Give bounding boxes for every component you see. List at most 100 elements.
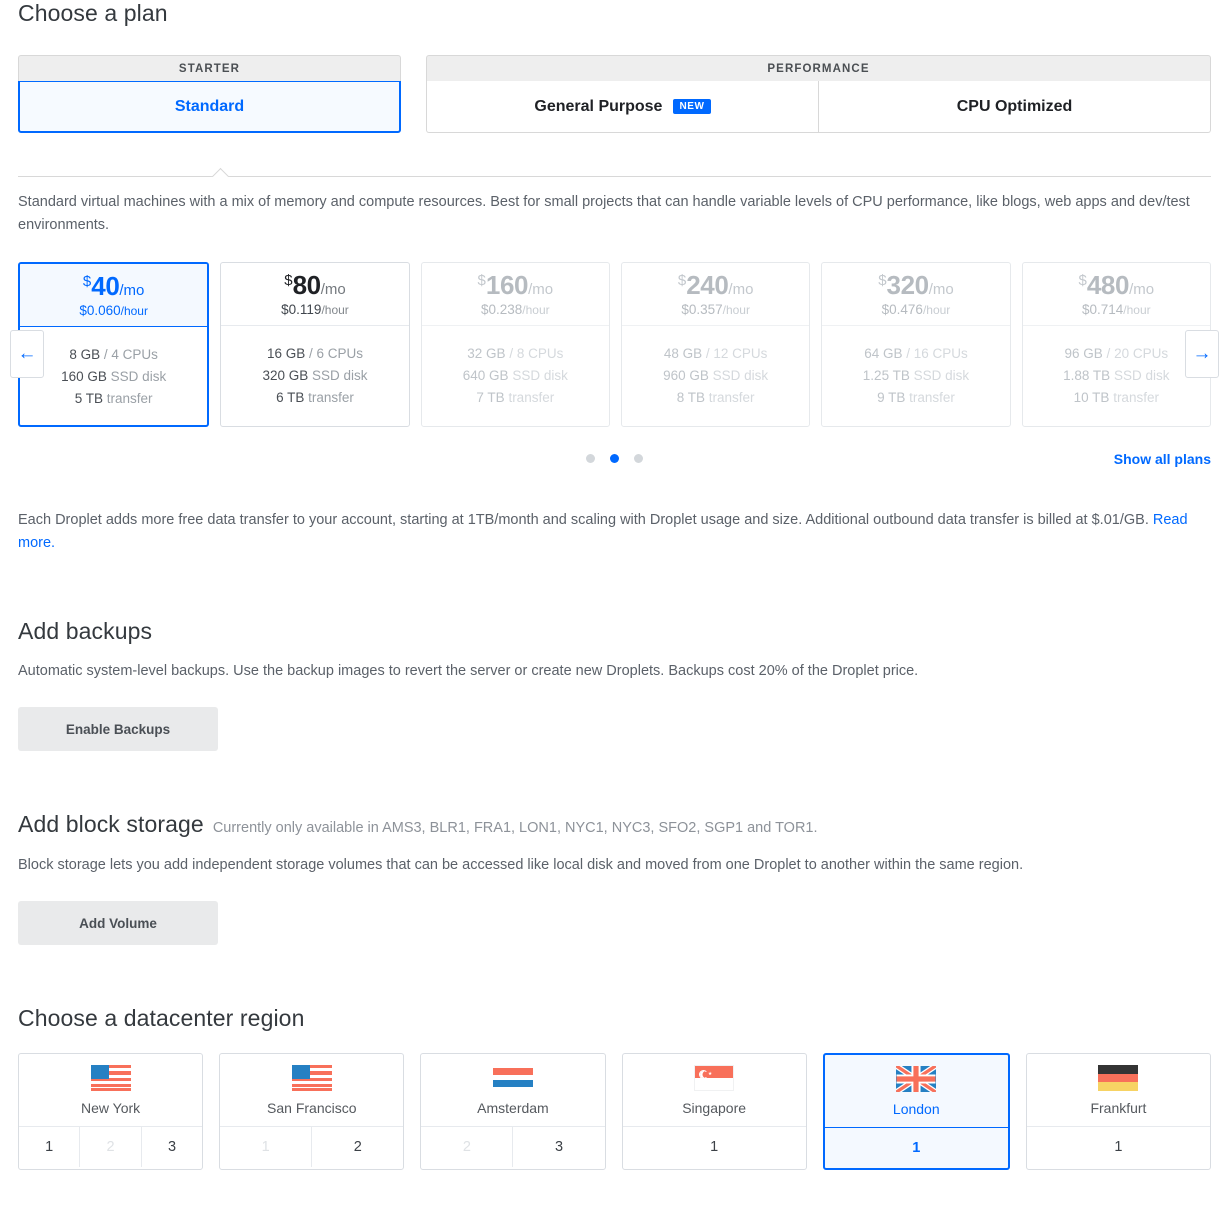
plan-transfer-size: 5 TB	[74, 390, 104, 406]
currency-symbol: $	[677, 271, 687, 289]
us-flag-icon	[291, 1064, 332, 1091]
currency-symbol: $	[477, 271, 486, 289]
droplet-create-page: Choose a plan STARTER Standard PERFORMAN…	[0, 0, 1229, 1171]
region-card-top: Amsterdam	[421, 1054, 605, 1128]
carousel-prev-button[interactable]: ←	[10, 329, 44, 378]
plan-transfer-label: transfer	[508, 389, 555, 405]
region-number[interactable]: 2	[311, 1127, 403, 1168]
plan-memory: 16 GB	[266, 345, 306, 361]
tab-separator	[18, 161, 1211, 191]
plan-price-line: $240/mo	[678, 272, 754, 298]
plan-group-body-starter: Standard	[18, 81, 401, 133]
plan-card-specs: 32 GB / 8 CPUs 640 GB SSD disk 7 TB tran…	[422, 326, 609, 424]
region-card-top: London	[824, 1055, 1008, 1129]
plan-description: Standard virtual machines with a mix of …	[18, 194, 1190, 234]
plan-hourly-unit: /hour	[922, 302, 951, 317]
plan-tab-bar: STARTER Standard PERFORMANCE General Pur…	[18, 55, 1211, 133]
tab-cpu-optimized[interactable]: CPU Optimized	[819, 81, 1211, 133]
plan-group-performance: PERFORMANCE General Purpose NEW CPU Opti…	[426, 55, 1211, 133]
region-card-frankfurt[interactable]: Frankfurt 1	[1025, 1053, 1212, 1171]
region-number-row: 1	[825, 1128, 1008, 1168]
plan-card[interactable]: $40/mo $0.060/hour 8 GB / 4 CPUs 160 GB …	[18, 261, 210, 427]
tab-standard[interactable]: Standard	[18, 81, 401, 133]
plan-disk-label: SSD disk	[512, 367, 568, 383]
plan-memory: 64 GB	[864, 345, 903, 361]
plan-card[interactable]: $480/mo $0.714/hour 96 GB / 20 CPUs 1.88…	[1021, 261, 1211, 427]
carousel-footer: Show all plans	[18, 449, 1211, 469]
plan-hourly-price: $0.714	[1081, 301, 1124, 317]
region-card-top: Frankfurt	[1026, 1054, 1211, 1128]
plan-transfer-label: transfer	[106, 390, 153, 406]
region-number[interactable]: 1	[623, 1127, 806, 1167]
currency-symbol: $	[284, 271, 293, 289]
tab-general-purpose[interactable]: General Purpose NEW	[426, 81, 819, 133]
carousel-dot[interactable]	[610, 454, 619, 464]
plan-card[interactable]: $80/mo $0.119/hour 16 GB / 6 CPUs 320 GB…	[220, 261, 410, 427]
carousel-dot[interactable]	[634, 454, 643, 464]
plan-price-amount: 320	[886, 269, 930, 300]
plan-transfer-size: 6 TB	[276, 389, 305, 405]
region-number-row: 1	[623, 1127, 806, 1167]
plan-transfer-size: 8 TB	[676, 389, 705, 405]
region-name: New York	[81, 1099, 141, 1116]
plan-spec-disk: 1.25 TB SSD disk	[822, 365, 1009, 387]
plan-price-period: /mo	[728, 280, 754, 298]
tab-general-purpose-label: General Purpose	[534, 97, 663, 115]
plan-cpu: 6 CPUs	[316, 345, 364, 361]
plan-price-amount: 40	[91, 270, 120, 301]
page-title: Choose a plan	[18, 0, 168, 26]
region-card-london[interactable]: London 1	[822, 1053, 1010, 1171]
plan-price-amount: 480	[1086, 269, 1130, 300]
region-list: New York 1 2 3 San Francisco 1 2 Amsterd…	[18, 1053, 1212, 1171]
region-name: Singapore	[682, 1099, 747, 1116]
plan-spec-transfer: 6 TB transfer	[221, 387, 408, 409]
plan-card-price: $240/mo $0.357/hour	[621, 263, 810, 326]
region-card-singapore[interactable]: Singapore 1	[621, 1053, 807, 1171]
plan-hourly-line: $0.714/hour	[1081, 301, 1151, 317]
plan-spec-memory-cpu: 32 GB / 8 CPUs	[467, 345, 564, 361]
carousel-dots	[18, 454, 1211, 464]
plan-cpu: 4 CPUs	[111, 346, 158, 362]
region-number[interactable]: 1	[825, 1128, 1008, 1168]
plan-price-period: /mo	[528, 280, 554, 298]
plan-spec-disk: 960 GB SSD disk	[622, 365, 809, 387]
plan-transfer-label: transfer	[1113, 389, 1159, 405]
plan-disk-label: SSD disk	[712, 367, 769, 383]
region-card-amsterdam[interactable]: Amsterdam 2 3	[420, 1053, 606, 1171]
region-number[interactable]: 3	[140, 1127, 202, 1168]
plan-cpu: 12 CPUs	[713, 345, 768, 361]
enable-backups-button[interactable]: Enable Backups	[18, 707, 218, 751]
region-card-san-francisco[interactable]: San Francisco 1 2	[219, 1053, 405, 1171]
plan-hourly-price: $0.476	[881, 301, 923, 317]
plan-spec-transfer: 7 TB transfer	[422, 387, 609, 409]
plan-price-line: $40/mo	[83, 273, 144, 299]
data-transfer-note: Each Droplet adds more free data transfe…	[18, 509, 1211, 556]
add-volume-button[interactable]: Add Volume	[18, 901, 218, 946]
arrow-right-icon: →	[1192, 342, 1212, 364]
plan-spec-transfer: 9 TB transfer	[822, 387, 1009, 409]
plan-hourly-price: $0.119	[281, 301, 322, 317]
plan-hourly-price: $0.357	[681, 301, 723, 317]
region-number[interactable]: 1	[19, 1127, 79, 1167]
region-number[interactable]: 3	[512, 1127, 604, 1168]
carousel-dot[interactable]	[586, 454, 595, 464]
separator-caret-icon	[210, 167, 230, 177]
plan-transfer-label: transfer	[308, 389, 354, 405]
plan-spec-memory-cpu: 48 GB / 12 CPUs	[663, 345, 768, 361]
plan-card[interactable]: $320/mo $0.476/hour 64 GB / 16 CPUs 1.25…	[821, 261, 1011, 427]
carousel-next-button[interactable]: →	[1185, 329, 1219, 378]
plan-carousel: ← → $40/mo $0.060/hour 8 GB / 4 CPUs 160…	[10, 261, 1219, 469]
plan-hourly-unit: /hour	[522, 302, 550, 317]
region-card-new-york[interactable]: New York 1 2 3	[18, 1053, 204, 1171]
plan-spec-transfer: 5 TB transfer	[20, 388, 207, 410]
plan-card[interactable]: $160/mo $0.238/hour 32 GB / 8 CPUs 640 G…	[420, 261, 610, 427]
uk-flag-icon	[896, 1065, 937, 1092]
plan-hourly-price: $0.060	[79, 302, 121, 318]
region-number[interactable]: 1	[1027, 1127, 1210, 1167]
plan-spec-disk: 320 GB SSD disk	[221, 365, 408, 387]
backups-description: Automatic system-level backups. Use the …	[18, 662, 919, 679]
plan-card[interactable]: $240/mo $0.357/hour 48 GB / 12 CPUs 960 …	[620, 261, 811, 427]
block-storage-availability-note: Currently only available in AMS3, BLR1, …	[212, 820, 818, 836]
new-badge: NEW	[673, 99, 711, 114]
plan-disk-label: SSD disk	[110, 368, 167, 384]
